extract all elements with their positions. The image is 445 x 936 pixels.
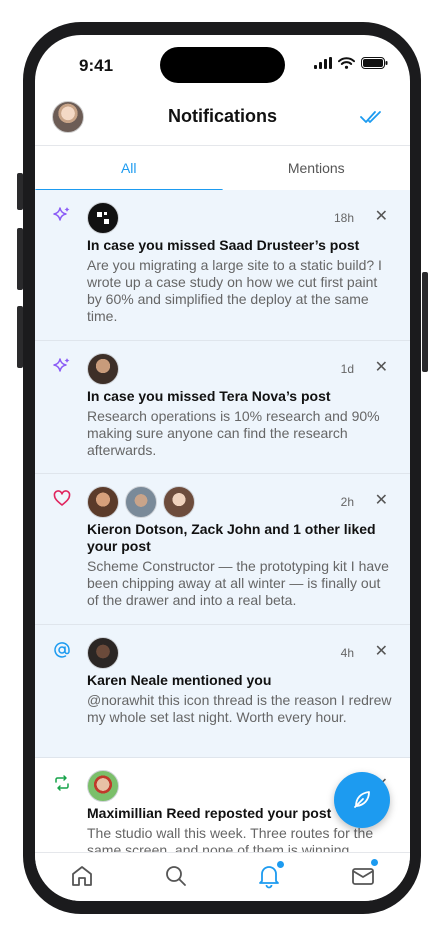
dismiss-icon[interactable]: ✕: [375, 641, 388, 661]
sparkle-icon: [53, 207, 70, 221]
page-title: Notifications: [167, 106, 277, 126]
notification-title: Kieron Dotson, Zack John and 1 other lik…: [87, 521, 376, 554]
sparkle-icon: [53, 358, 70, 372]
notification-time: 4h: [340, 646, 354, 660]
notification-title: Karen Neale mentioned you: [87, 672, 272, 688]
notification-body: Research operations is 10% research and …: [87, 408, 380, 458]
notification-body: Are you migrating a large site to a stat…: [87, 257, 382, 324]
notification-time: 18h: [333, 211, 354, 225]
notification-body: The studio wall this week. Three routes …: [87, 825, 374, 852]
status-bar: 9:41: [35, 35, 410, 95]
repost-icon: [55, 775, 69, 791]
app-header: Notifications: [35, 95, 410, 145]
feather-pen-icon: [354, 791, 370, 808]
status-time: 9:41: [79, 56, 114, 75]
notification-item[interactable]: 18h ✕ In case you missed Saad Drusteer’s…: [35, 190, 410, 341]
signal-icon: [314, 57, 332, 69]
notification-feed: 18h ✕ In case you missed Saad Drusteer’s…: [35, 190, 410, 852]
notification-body: @norawhit this icon thread is the reason…: [87, 692, 392, 725]
heart-icon: [53, 490, 71, 506]
avatar[interactable]: [87, 637, 119, 669]
dismiss-icon[interactable]: ✕: [375, 357, 388, 377]
notification-title: In case you missed Saad Drusteer’s post: [87, 237, 360, 253]
silent-switch: [17, 173, 23, 210]
notification-time: 1d: [340, 362, 354, 376]
tab-mentions[interactable]: Mentions: [223, 146, 411, 191]
mail-icon[interactable]: [350, 863, 376, 889]
avatar[interactable]: [125, 486, 157, 518]
notification-item[interactable]: 1d ✕ In case you missed Tera Nova’s post…: [35, 341, 410, 474]
avatar[interactable]: [87, 202, 119, 234]
avatar[interactable]: [87, 770, 119, 802]
dynamic-island: [160, 47, 285, 83]
wifi-icon: [338, 57, 355, 69]
power-button: [422, 272, 428, 372]
status-icons: [314, 57, 388, 69]
volume-down-button: [17, 306, 23, 368]
at-icon: [54, 642, 70, 658]
notification-time: 2h: [340, 495, 354, 509]
notification-item[interactable]: 4h ✕ Karen Neale mentioned you @norawhit…: [35, 625, 410, 758]
notification-item[interactable]: 2h ✕ Kieron Dotson, Zack John and 1 othe…: [35, 474, 410, 625]
volume-up-button: [17, 228, 23, 290]
home-icon[interactable]: [69, 863, 95, 889]
notifications-badge-dot: [276, 860, 285, 869]
search-icon[interactable]: [163, 863, 189, 889]
mark-all-read-icon[interactable]: [360, 109, 384, 125]
notification-body: Scheme Constructor — the prototyping kit…: [87, 558, 389, 608]
tab-bar-top: All Mentions: [35, 145, 410, 192]
dismiss-icon[interactable]: ✕: [375, 206, 388, 226]
notification-title: In case you missed Tera Nova’s post: [87, 388, 331, 404]
messages-badge-dot: [370, 858, 379, 867]
avatar[interactable]: [87, 353, 119, 385]
screen: 9:41 Notifications All Mentions 18h ✕ In…: [35, 35, 410, 901]
compose-button[interactable]: [334, 772, 390, 828]
avatar[interactable]: [87, 486, 119, 518]
avatar[interactable]: [163, 486, 195, 518]
bottom-tab-bar: [35, 852, 410, 901]
battery-icon: [361, 57, 388, 69]
tab-all[interactable]: All: [35, 146, 223, 192]
dismiss-icon[interactable]: ✕: [375, 490, 388, 510]
